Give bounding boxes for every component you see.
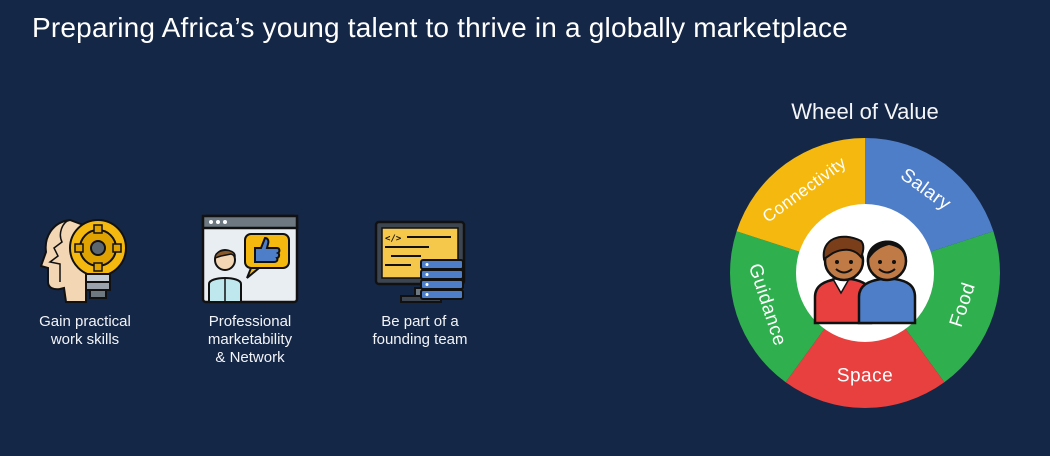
benefit-label: Professional marketability & Network bbox=[207, 313, 293, 366]
svg-text:</>: </> bbox=[385, 234, 402, 244]
benefit-marketability-network: Professional marketability & Network bbox=[175, 212, 325, 367]
benefit-label: Be part of a founding team bbox=[372, 313, 468, 348]
benefit-practical-skills: Gain practical work skills bbox=[10, 212, 160, 349]
wheel-title: Wheel of Value bbox=[791, 99, 939, 124]
wheel-of-value: SalaryFoodSpaceGuidanceConnectivity bbox=[730, 138, 1000, 409]
code-server-monitor-icon: </> bbox=[374, 220, 466, 303]
page-title: Preparing Africa’s young talent to thriv… bbox=[32, 12, 848, 43]
benefit-founding-team: </> Be part of a founding team bbox=[345, 212, 495, 349]
head-gear-bulb-icon bbox=[40, 218, 127, 303]
presentation-thumbs-up-icon bbox=[201, 214, 299, 304]
benefit-label: Gain practical work skills bbox=[39, 313, 131, 348]
wheel-label-space: Space bbox=[837, 366, 893, 387]
